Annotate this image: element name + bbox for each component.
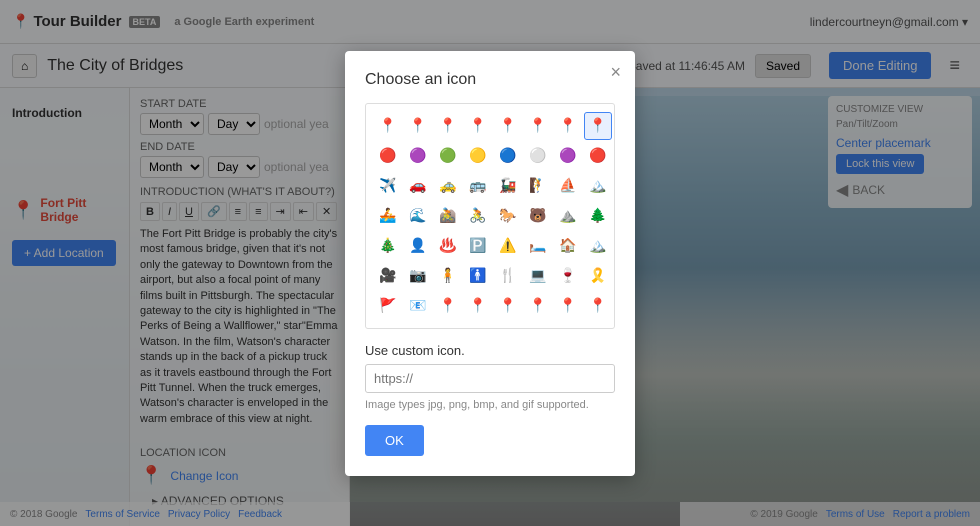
icon-warning[interactable]: ⚠️ (494, 232, 522, 260)
icon-horse[interactable]: 🐎 (494, 202, 522, 230)
icon-hiker[interactable]: 🧗 (524, 172, 552, 200)
custom-icon-hint: Image types jpg, png, bmp, and gif suppo… (365, 399, 615, 411)
icon-hot-spring[interactable]: ♨️ (434, 232, 462, 260)
icon-cell-purple-pin[interactable]: 📍 (554, 112, 582, 140)
icon-parking[interactable]: 🅿️ (464, 232, 492, 260)
icon-mountain[interactable]: 🏔️ (584, 172, 612, 200)
icon-theater[interactable]: 🎭 (614, 232, 615, 260)
icon-laptop[interactable]: 💻 (524, 262, 552, 290)
icon-cell-outline-purple[interactable]: 🟣 (554, 142, 582, 170)
icon-mail[interactable]: 📧 (404, 292, 432, 320)
icon-house[interactable]: 🏠 (554, 232, 582, 260)
modal-close-button[interactable]: × (610, 63, 621, 81)
icon-leaf[interactable]: 🌿 (614, 262, 615, 290)
icon-grid: 📍 📍 📍 📍 📍 📍 📍 📍 📍 🔴 🟣 🟢 🟡 🔵 ⚪ 🟣 🔴 🟠 ✈️ 🚗… (365, 103, 615, 329)
icon-cell-teal-pin[interactable]: 📍 (494, 112, 522, 140)
icon-cell-red-pin[interactable]: 📍 (374, 112, 402, 140)
icon-cell-white-pin[interactable]: 📍 (524, 112, 552, 140)
icon-cell-orange-pin[interactable]: 📍 (614, 112, 615, 140)
icon-camera[interactable]: 📷 (404, 262, 432, 290)
icon-pin6[interactable]: 📍 (554, 292, 582, 320)
icon-ribbon[interactable]: 🎗️ (584, 262, 612, 290)
icon-bed[interactable]: 🛏️ (524, 232, 552, 260)
icon-fork[interactable]: 🍴 (494, 262, 522, 290)
icon-cell-outline-pink[interactable]: 🟣 (404, 142, 432, 170)
icon-pin8[interactable]: 📍 (614, 292, 615, 320)
icon-pine[interactable]: 🌲 (584, 202, 612, 230)
icon-cell-outline-green[interactable]: 🟢 (434, 142, 462, 170)
icon-cell-pink-pin[interactable]: 📍 (404, 112, 432, 140)
icon-plane[interactable]: ✈️ (374, 172, 402, 200)
icon-cell-outline-yellow[interactable]: 🟡 (464, 142, 492, 170)
icon-pin4[interactable]: 📍 (494, 292, 522, 320)
icon-car[interactable]: 🚗 (404, 172, 432, 200)
icon-mountain2[interactable]: 🏔️ (584, 232, 612, 260)
icon-taxi[interactable]: 🚕 (434, 172, 462, 200)
ok-button[interactable]: OK (365, 425, 424, 456)
choose-icon-modal: Choose an icon × 📍 📍 📍 📍 📍 📍 📍 📍 📍 🔴 🟣 🟢… (345, 51, 635, 476)
icon-mtb[interactable]: 🚵 (434, 202, 462, 230)
icon-pin3[interactable]: 📍 (464, 292, 492, 320)
icon-bus[interactable]: 🚌 (464, 172, 492, 200)
icon-cell-outline-red[interactable]: 🔴 (374, 142, 402, 170)
icon-man[interactable]: 🚹 (464, 262, 492, 290)
modal-overlay: Choose an icon × 📍 📍 📍 📍 📍 📍 📍 📍 📍 🔴 🟣 🟢… (0, 0, 980, 526)
icon-person2[interactable]: 🧍 (434, 262, 462, 290)
icon-train[interactable]: 🚂 (494, 172, 522, 200)
custom-icon-input[interactable] (365, 364, 615, 393)
icon-wine[interactable]: 🍷 (554, 262, 582, 290)
icon-cell-selected-pin[interactable]: 📍 (584, 112, 612, 140)
icon-person[interactable]: 👤 (404, 232, 432, 260)
icon-pin7[interactable]: 📍 (584, 292, 612, 320)
icon-pin5[interactable]: 📍 (524, 292, 552, 320)
icon-sailboat[interactable]: ⛵ (554, 172, 582, 200)
icon-cell-dot-red[interactable]: 🔴 (584, 142, 612, 170)
icon-wave[interactable]: 🌊 (404, 202, 432, 230)
icon-xmas-tree[interactable]: 🎄 (374, 232, 402, 260)
icon-peak[interactable]: ⛰️ (554, 202, 582, 230)
icon-rowing[interactable]: 🚣 (374, 202, 402, 230)
icon-cell-outline-teal[interactable]: 🔵 (494, 142, 522, 170)
icon-flag[interactable]: 🚩 (374, 292, 402, 320)
custom-icon-label: Use custom icon. (365, 343, 615, 358)
icon-tree[interactable]: 🌲 (614, 172, 615, 200)
icon-cell-outline-white[interactable]: ⚪ (524, 142, 552, 170)
icon-cell-green-pin[interactable]: 📍 (434, 112, 462, 140)
icon-bear[interactable]: 🐻 (524, 202, 552, 230)
icon-cell-dot-orange[interactable]: 🟠 (614, 142, 615, 170)
icon-film[interactable]: 🎥 (374, 262, 402, 290)
icon-cell-yellow-pin[interactable]: 📍 (464, 112, 492, 140)
icon-tent[interactable]: ⛺ (614, 202, 615, 230)
modal-title: Choose an icon (365, 71, 615, 89)
icon-pin2[interactable]: 📍 (434, 292, 462, 320)
icon-cycling[interactable]: 🚴 (464, 202, 492, 230)
